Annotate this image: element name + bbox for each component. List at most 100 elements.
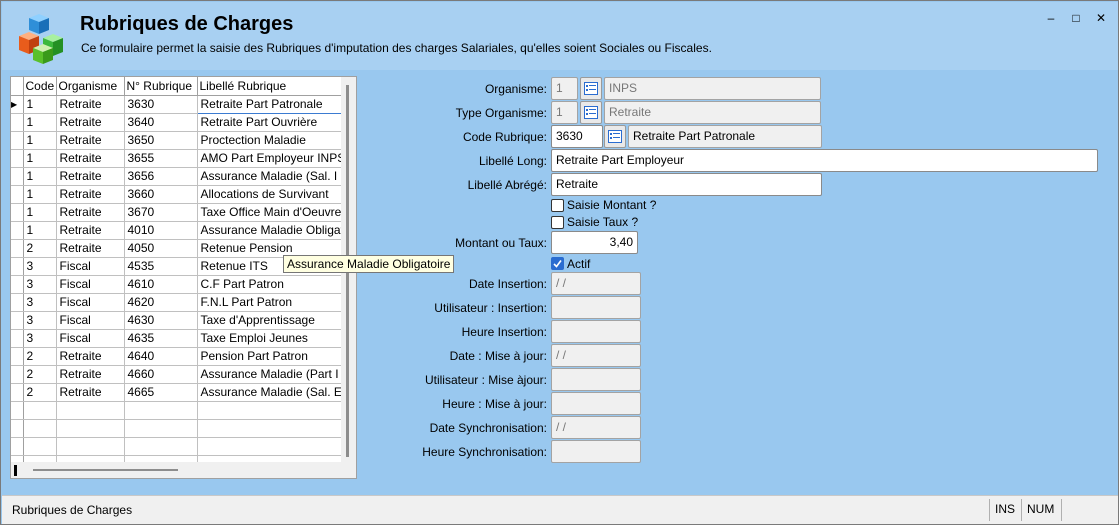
cell-organisme[interactable]: Retraite xyxy=(56,131,125,150)
cell-rubrique[interactable]: 4050 xyxy=(124,239,198,258)
cell-code[interactable]: 2 xyxy=(23,347,57,366)
cell-code[interactable]: 3 xyxy=(23,275,57,294)
cell-rubrique[interactable]: 3660 xyxy=(124,185,198,204)
cell-organisme[interactable]: Retraite xyxy=(56,347,125,366)
cell-rubrique[interactable]: 3630 xyxy=(124,95,198,114)
cell-rubrique[interactable]: 4010 xyxy=(124,221,198,240)
row-indicator[interactable] xyxy=(11,221,24,240)
cell-code[interactable]: 2 xyxy=(23,383,57,402)
table-row[interactable]: 3 Fiscal 4630 Taxe d'Apprentissage xyxy=(11,311,342,330)
cell-code[interactable]: 1 xyxy=(23,131,57,150)
table-row[interactable]: ▶ 1 Retraite 3630 Retraite Part Patronale xyxy=(11,94,342,114)
cell-code[interactable]: 2 xyxy=(23,239,57,258)
libelle-long-field[interactable]: Retraite Part Employeur xyxy=(551,149,1098,172)
cell-rubrique[interactable]: 4640 xyxy=(124,347,198,366)
cell-organisme[interactable]: Retraite xyxy=(56,95,125,114)
table-row[interactable]: 2 Retraite 4660 Assurance Maladie (Part I xyxy=(11,365,342,384)
cell-rubrique[interactable]: 4635 xyxy=(124,329,198,348)
cell-rubrique[interactable]: 4660 xyxy=(124,365,198,384)
cell-code[interactable]: 1 xyxy=(23,185,57,204)
cell-code[interactable]: 1 xyxy=(23,95,57,114)
table-row[interactable]: 2 Retraite 4665 Assurance Maladie (Sal. E xyxy=(11,383,342,402)
cell-rubrique[interactable]: 4535 xyxy=(124,257,198,276)
cell-libelle[interactable]: Taxe Office Main d'Oeuvre xyxy=(197,203,342,222)
row-indicator[interactable] xyxy=(11,383,24,402)
table-row[interactable]: 3 Fiscal 4635 Taxe Emploi Jeunes xyxy=(11,329,342,348)
cell-rubrique[interactable]: 4665 xyxy=(124,383,198,402)
cell-organisme[interactable]: Fiscal xyxy=(56,275,125,294)
row-indicator[interactable] xyxy=(11,185,24,204)
cell-code[interactable]: 1 xyxy=(23,221,57,240)
cell-rubrique[interactable]: 3640 xyxy=(124,113,198,132)
row-indicator[interactable] xyxy=(11,365,24,384)
table-row[interactable]: 3 Fiscal 4620 F.N.L Part Patron xyxy=(11,293,342,312)
actif-checkbox[interactable] xyxy=(551,257,564,270)
row-indicator[interactable] xyxy=(11,131,24,150)
cell-organisme[interactable]: Fiscal xyxy=(56,329,125,348)
row-indicator[interactable] xyxy=(11,293,24,312)
column-header-rubrique[interactable]: N° Rubrique xyxy=(124,77,198,96)
table-row[interactable]: 1 Retraite 3655 AMO Part Employeur INPS xyxy=(11,149,342,168)
cell-organisme[interactable]: Fiscal xyxy=(56,311,125,330)
table-row[interactable]: 1 Retraite 3660 Allocations de Survivant xyxy=(11,185,342,204)
type-organisme-picker-button[interactable] xyxy=(580,101,602,124)
table-row[interactable]: 1 Retraite 3650 Proctection Maladie xyxy=(11,131,342,150)
cell-organisme[interactable]: Fiscal xyxy=(56,293,125,312)
row-indicator[interactable] xyxy=(11,347,24,366)
libelle-abrege-field[interactable]: Retraite xyxy=(551,173,822,196)
type-organisme-code-field[interactable]: 1 xyxy=(551,101,578,124)
row-indicator[interactable] xyxy=(11,239,24,258)
saisie-taux-checkbox[interactable] xyxy=(551,216,564,229)
organisme-picker-button[interactable] xyxy=(580,77,602,100)
column-header-organisme[interactable]: Organisme xyxy=(56,77,125,96)
cell-code[interactable]: 1 xyxy=(23,113,57,132)
organisme-code-field[interactable]: 1 xyxy=(551,77,578,100)
row-indicator[interactable] xyxy=(11,275,24,294)
cell-organisme[interactable]: Retraite xyxy=(56,113,125,132)
cell-code[interactable]: 1 xyxy=(23,167,57,186)
cell-organisme[interactable]: Fiscal xyxy=(56,257,125,276)
row-indicator[interactable] xyxy=(11,311,24,330)
cell-organisme[interactable]: Retraite xyxy=(56,203,125,222)
minimize-button[interactable]: – xyxy=(1044,11,1058,25)
cell-rubrique[interactable]: 4620 xyxy=(124,293,198,312)
cell-rubrique[interactable]: 4610 xyxy=(124,275,198,294)
close-button[interactable]: ✕ xyxy=(1094,11,1108,25)
saisie-montant-checkbox[interactable] xyxy=(551,199,564,212)
row-indicator[interactable] xyxy=(11,167,24,186)
cell-organisme[interactable]: Retraite xyxy=(56,185,125,204)
horizontal-scroll-thumb[interactable] xyxy=(33,469,178,471)
cell-code[interactable]: 2 xyxy=(23,365,57,384)
cell-code[interactable]: 3 xyxy=(23,311,57,330)
table-row[interactable]: 1 Retraite 4010 Assurance Maladie Obligat xyxy=(11,221,342,240)
table-row[interactable]: 3 Fiscal 4610 C.F Part Patron xyxy=(11,275,342,294)
cell-code[interactable]: 3 xyxy=(23,293,57,312)
row-indicator[interactable] xyxy=(11,257,24,276)
montant-taux-field[interactable]: 3,40 xyxy=(551,231,638,254)
table-row[interactable]: 2 Retraite 4640 Pension Part Patron xyxy=(11,347,342,366)
column-header-code[interactable]: Code xyxy=(23,77,57,96)
code-rubrique-field[interactable]: 3630 xyxy=(551,125,603,148)
cell-code[interactable]: 1 xyxy=(23,149,57,168)
cell-organisme[interactable]: Retraite xyxy=(56,149,125,168)
cell-rubrique[interactable]: 3655 xyxy=(124,149,198,168)
row-indicator[interactable] xyxy=(11,149,24,168)
cell-organisme[interactable]: Retraite xyxy=(56,239,125,258)
cell-rubrique[interactable]: 3650 xyxy=(124,131,198,150)
cell-code[interactable]: 3 xyxy=(23,329,57,348)
table-row[interactable]: 1 Retraite 3640 Retraite Part Ouvrière xyxy=(11,113,342,132)
cell-code[interactable]: 3 xyxy=(23,257,57,276)
row-indicator[interactable] xyxy=(11,113,24,132)
table-row[interactable]: 1 Retraite 3656 Assurance Maladie (Sal. I xyxy=(11,167,342,186)
cell-organisme[interactable]: Retraite xyxy=(56,221,125,240)
row-indicator[interactable]: ▶ xyxy=(11,95,24,114)
maximize-button[interactable]: □ xyxy=(1069,11,1083,25)
row-indicator[interactable] xyxy=(11,203,24,222)
cell-rubrique[interactable]: 4630 xyxy=(124,311,198,330)
cell-organisme[interactable]: Retraite xyxy=(56,365,125,384)
cell-organisme[interactable]: Retraite xyxy=(56,167,125,186)
table-row[interactable]: 1 Retraite 3670 Taxe Office Main d'Oeuvre xyxy=(11,203,342,222)
cell-rubrique[interactable]: 3656 xyxy=(124,167,198,186)
cell-rubrique[interactable]: 3670 xyxy=(124,203,198,222)
code-rubrique-picker-button[interactable] xyxy=(604,125,626,148)
